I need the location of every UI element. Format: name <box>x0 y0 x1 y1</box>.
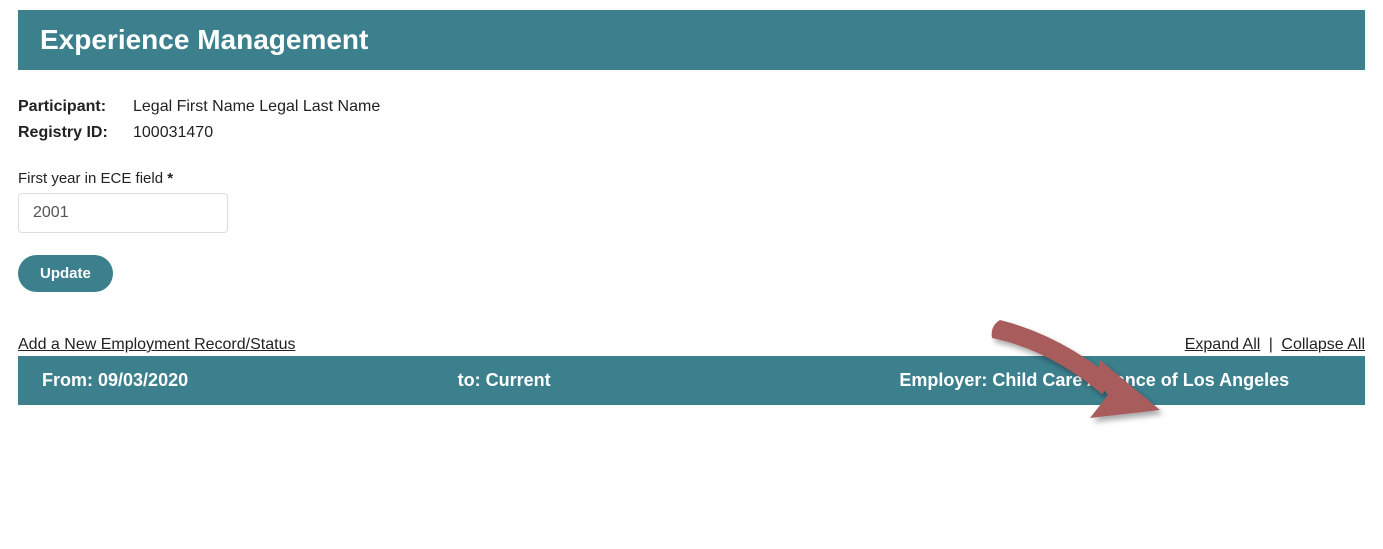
add-record-link[interactable]: Add a New Employment Record/Status <box>18 336 295 354</box>
record-employer: Employer: Child Care Alliance of Los Ang… <box>899 370 1341 391</box>
record-employer-value: Child Care Alliance of Los Angeles <box>992 370 1289 390</box>
collapse-all-link[interactable]: Collapse All <box>1281 336 1365 353</box>
record-from-value: 09/03/2020 <box>98 370 188 390</box>
page-header: Experience Management <box>18 10 1365 70</box>
page-title: Experience Management <box>40 24 368 55</box>
employment-record-row[interactable]: From: 09/03/2020 to: Current Employer: C… <box>18 356 1365 405</box>
first-year-label-text: First year in ECE field <box>18 170 163 187</box>
update-button[interactable]: Update <box>18 255 113 292</box>
participant-label: Participant: <box>18 98 133 116</box>
record-to-label: to: <box>458 370 481 390</box>
registry-row: Registry ID: 100031470 <box>18 124 1365 142</box>
link-separator: | <box>1269 336 1273 353</box>
first-year-group: First year in ECE field * <box>18 170 1365 233</box>
first-year-input[interactable] <box>18 193 228 233</box>
expand-all-link[interactable]: Expand All <box>1185 336 1261 353</box>
required-indicator: * <box>167 170 173 187</box>
record-to: to: Current <box>458 370 900 391</box>
participant-value: Legal First Name Legal Last Name <box>133 98 380 116</box>
record-from: From: 09/03/2020 <box>42 370 458 391</box>
record-to-value: Current <box>486 370 551 390</box>
record-from-label: From: <box>42 370 93 390</box>
record-employer-label: Employer: <box>899 370 987 390</box>
participant-row: Participant: Legal First Name Legal Last… <box>18 98 1365 116</box>
record-controls: Add a New Employment Record/Status Expan… <box>18 336 1365 354</box>
first-year-label: First year in ECE field * <box>18 170 1365 187</box>
registry-value: 100031470 <box>133 124 213 142</box>
expand-collapse-links: Expand All | Collapse All <box>1185 336 1365 354</box>
registry-label: Registry ID: <box>18 124 133 142</box>
